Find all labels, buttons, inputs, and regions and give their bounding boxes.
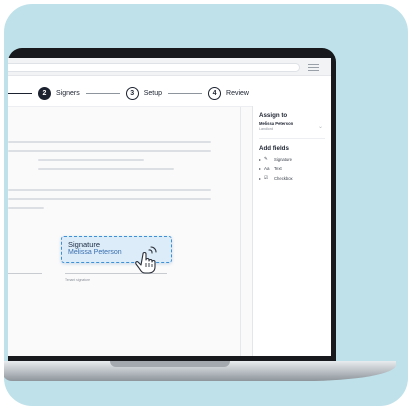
field-item-label: Checkbox (274, 175, 293, 181)
assignee-name: Melissa Peterson (259, 121, 294, 126)
laptop-screen: 2 Signers 3 Setup 4 Review Tenant signat… (8, 58, 331, 356)
page-edge (240, 107, 241, 356)
checkbox-icon: ☑ (264, 175, 269, 180)
progress-stepper: 2 Signers 3 Setup 4 Review (8, 80, 331, 106)
stepper-line (168, 92, 203, 94)
field-item-signature[interactable]: ▸ ✎ Signature (259, 156, 325, 162)
sidebar-divider (259, 138, 325, 139)
background-card: 2 Signers 3 Setup 4 Review Tenant signat… (4, 4, 408, 406)
document-canvas[interactable]: Tenant signature (8, 106, 252, 356)
stepper-line (85, 92, 120, 94)
field-item-label: Text (274, 166, 282, 171)
hamburger-menu-icon[interactable] (308, 62, 319, 72)
document-text-line (8, 141, 211, 143)
step-review[interactable]: 4 Review (208, 86, 249, 100)
document-text-line (38, 159, 144, 161)
document-text-line (8, 198, 211, 200)
document-text-line (38, 168, 174, 170)
field-item-text[interactable]: ▸ Aa Text (259, 166, 325, 171)
assignee-select[interactable]: Melissa Peterson Landlord ⌄ (259, 121, 325, 131)
address-bar[interactable] (8, 63, 300, 72)
step-setup[interactable]: 3 Setup (125, 86, 163, 100)
step-number: 2 (38, 86, 51, 100)
document-text-line (8, 207, 44, 209)
drag-arrow-icon: ▸ (259, 166, 262, 171)
field-item-label: Signature (274, 156, 292, 162)
drag-arrow-icon: ▸ (259, 175, 262, 181)
browser-toolbar (8, 58, 331, 76)
laptop-base-notch (110, 361, 230, 367)
fields-sidebar: Assign to Melissa Peterson Landlord ⌄ Ad… (252, 106, 331, 356)
tenant-signature-caption: Tenant signature (65, 278, 91, 282)
step-label: Review (226, 89, 249, 97)
add-fields-heading: Add fields (259, 145, 289, 152)
assign-heading: Assign to (259, 112, 288, 119)
step-number: 4 (208, 86, 222, 100)
stepper-line (8, 92, 32, 94)
step-label: Signers (56, 89, 80, 97)
text-icon: Aa (264, 166, 270, 171)
document-text-line (8, 150, 211, 152)
step-label: Setup (143, 89, 163, 97)
chevron-down-icon: ⌄ (317, 124, 323, 130)
step-number: 3 (125, 86, 139, 100)
step-signers[interactable]: 2 Signers (38, 86, 80, 100)
landlord-signature-line (8, 273, 42, 274)
assignee-role: Landlord (259, 127, 273, 131)
pointer-hand-icon (135, 246, 157, 274)
document-text-line (8, 189, 211, 191)
field-item-checkbox[interactable]: ▸ ☑ Checkbox (259, 175, 325, 181)
signature-icon: ✎ (264, 156, 268, 161)
drag-arrow-icon: ▸ (259, 156, 262, 162)
